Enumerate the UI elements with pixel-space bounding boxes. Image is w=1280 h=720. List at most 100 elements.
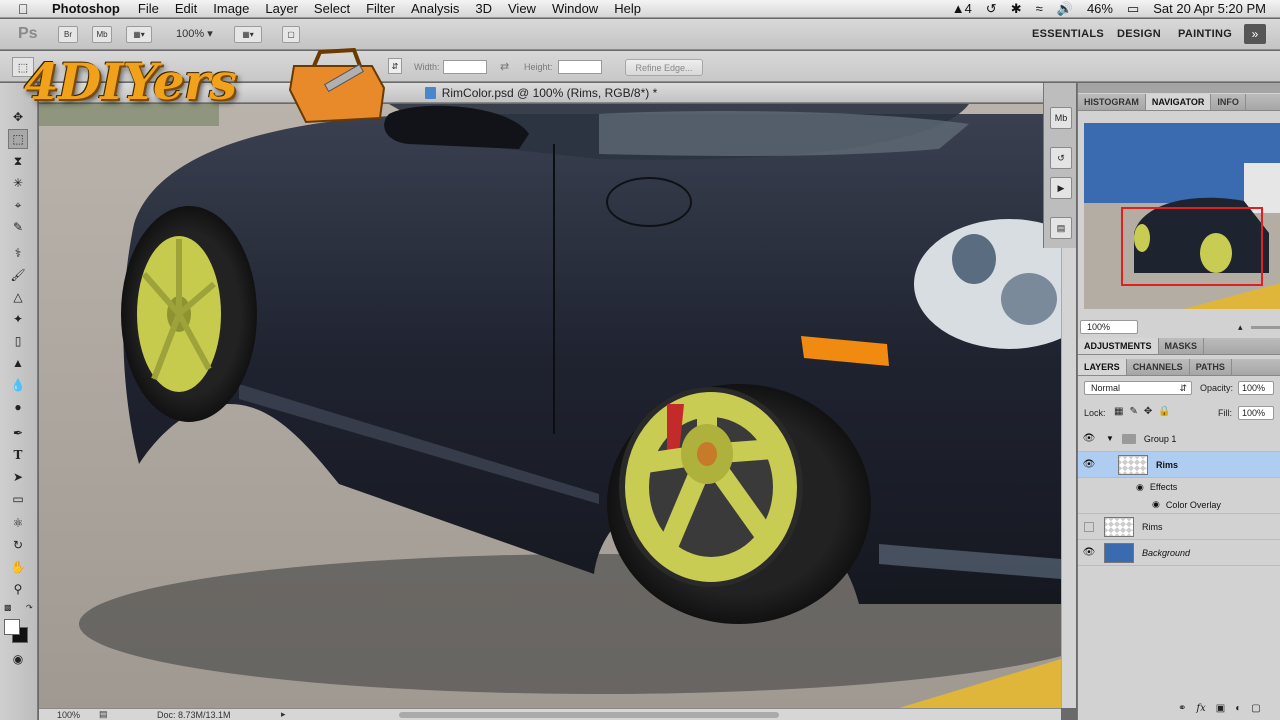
chevron-down-icon[interactable]: ▼: [1106, 434, 1114, 443]
eye-icon[interactable]: 👁: [1078, 459, 1100, 470]
tab-histogram[interactable]: HISTOGRAM: [1078, 94, 1146, 110]
workspace-design[interactable]: DESIGN: [1117, 28, 1161, 40]
eyedropper-tool-icon[interactable]: ✎: [8, 217, 28, 237]
status-menu-icon[interactable]: ▤: [99, 709, 108, 720]
menu-analysis[interactable]: Analysis: [411, 1, 459, 16]
actions-panel-icon[interactable]: ▶: [1050, 177, 1072, 199]
document-canvas[interactable]: [39, 104, 1061, 708]
history-panel-icon[interactable]: ↺: [1050, 147, 1072, 169]
menu-image[interactable]: Image: [213, 1, 249, 16]
more-workspaces-button[interactable]: »: [1244, 24, 1266, 44]
menu-3d[interactable]: 3D: [475, 1, 492, 16]
tab-navigator[interactable]: NAVIGATOR: [1145, 94, 1212, 110]
navigator-zoom-slider[interactable]: [1250, 325, 1280, 329]
time-machine-icon[interactable]: ↺: [986, 1, 997, 17]
shape-tool-icon[interactable]: ▭: [8, 489, 28, 509]
pen-tool-icon[interactable]: ✒: [8, 423, 28, 443]
new-layer-icon[interactable]: ▢: [1251, 703, 1260, 714]
zoom-out-icon[interactable]: ▴: [1238, 322, 1243, 333]
clock[interactable]: Sat 20 Apr 5:20 PM: [1153, 1, 1266, 16]
effects-eye-icon[interactable]: ◉: [1136, 482, 1144, 493]
bridge-button[interactable]: Br: [58, 26, 78, 43]
battery-icon[interactable]: ▭: [1127, 1, 1139, 17]
tab-paths[interactable]: PATHS: [1190, 359, 1232, 375]
apple-icon[interactable]: : [18, 1, 36, 17]
opacity-input[interactable]: 100%: [1238, 381, 1274, 395]
navigator-thumbnail[interactable]: [1084, 123, 1280, 309]
layer-style-icon[interactable]: fx: [1196, 703, 1205, 714]
menu-help[interactable]: Help: [614, 1, 641, 16]
paint-bucket-tool-icon[interactable]: ▲: [8, 353, 28, 373]
fill-input[interactable]: 100%: [1238, 406, 1274, 420]
adobe-status-icon[interactable]: ▲4: [952, 1, 972, 16]
menu-view[interactable]: View: [508, 1, 536, 16]
tab-info[interactable]: INFO: [1211, 94, 1246, 110]
swap-colors-icon[interactable]: ↷: [26, 603, 33, 612]
mini-bridge-button[interactable]: Mb: [92, 26, 112, 43]
color-overlay-eye-icon[interactable]: ◉: [1152, 499, 1160, 510]
menu-edit[interactable]: Edit: [175, 1, 197, 16]
mini-bridge-panel-icon[interactable]: Mb: [1050, 107, 1072, 129]
menu-window[interactable]: Window: [552, 1, 598, 16]
canvas-horizontal-scrollbar[interactable]: [399, 712, 779, 718]
hand-tool-icon[interactable]: ✋: [8, 557, 28, 577]
clone-stamp-tool-icon[interactable]: △: [8, 287, 28, 307]
menu-select[interactable]: Select: [314, 1, 350, 16]
default-colors-icon[interactable]: ▩: [4, 603, 12, 612]
quick-mask-icon[interactable]: ◉: [8, 649, 28, 669]
history-brush-tool-icon[interactable]: ✦: [8, 309, 28, 329]
status-arrow-icon[interactable]: ▸: [281, 709, 286, 720]
layer-row-rims-selected[interactable]: 👁 Rims: [1078, 452, 1280, 478]
layer-row-rims-hidden[interactable]: Rims: [1078, 514, 1280, 540]
menu-filter[interactable]: Filter: [366, 1, 395, 16]
eye-icon[interactable]: 👁: [1078, 547, 1100, 558]
marquee-tool-icon[interactable]: ⬚: [8, 129, 28, 149]
blend-mode-select[interactable]: Normal ⇵: [1084, 381, 1192, 395]
clone-source-panel-icon[interactable]: ▤: [1050, 217, 1072, 239]
workspace-painting[interactable]: PAINTING: [1178, 28, 1232, 40]
hidden-eye-box[interactable]: [1078, 521, 1100, 532]
height-input[interactable]: [558, 60, 602, 74]
healing-brush-tool-icon[interactable]: ⚕: [8, 243, 28, 263]
layer-color-overlay-row[interactable]: ◉ Color Overlay: [1078, 496, 1280, 514]
swap-icon[interactable]: ⇄: [500, 60, 509, 73]
lasso-tool-icon[interactable]: ⧗: [8, 151, 28, 171]
zoom-level-select[interactable]: 100% ▾: [176, 27, 213, 40]
eraser-tool-icon[interactable]: ▯: [8, 331, 28, 351]
link-layers-icon[interactable]: ⚭: [1178, 703, 1186, 714]
tab-adjustments[interactable]: ADJUSTMENTS: [1078, 338, 1159, 354]
path-selection-tool-icon[interactable]: ➤: [8, 467, 28, 487]
menu-file[interactable]: File: [138, 1, 159, 16]
crop-tool-icon[interactable]: ⌖: [8, 195, 28, 215]
tab-channels[interactable]: CHANNELS: [1127, 359, 1190, 375]
tab-masks[interactable]: MASKS: [1159, 338, 1205, 354]
wifi-icon[interactable]: ≈: [1036, 1, 1043, 16]
tab-layers[interactable]: LAYERS: [1078, 359, 1127, 375]
3d-rotate-tool-icon[interactable]: ⚛: [8, 513, 28, 533]
menu-app-photoshop[interactable]: Photoshop: [52, 1, 120, 16]
workspace-essentials[interactable]: ESSENTIALS: [1032, 28, 1104, 40]
quick-selection-tool-icon[interactable]: ✳: [8, 173, 28, 193]
menu-layer[interactable]: Layer: [265, 1, 298, 16]
layer-row-background[interactable]: 👁 Background: [1078, 540, 1280, 566]
eye-icon[interactable]: 👁: [1078, 433, 1100, 444]
arrange-documents-button[interactable]: ▦▾: [234, 26, 262, 43]
width-input[interactable]: [443, 60, 487, 74]
layer-mask-icon[interactable]: ▣: [1216, 703, 1225, 714]
view-extras-button[interactable]: ▦▾: [126, 26, 152, 43]
lock-icons[interactable]: ▦✎✥🔒: [1114, 406, 1177, 417]
dodge-tool-icon[interactable]: ●: [8, 397, 28, 417]
bluetooth-icon[interactable]: ✱: [1011, 1, 1022, 17]
layer-effects-row[interactable]: ◉ Effects: [1078, 478, 1280, 496]
zoom-tool-icon[interactable]: ⚲: [8, 579, 28, 599]
panel-collapse-bar[interactable]: [1078, 83, 1280, 93]
navigator-zoom-input[interactable]: 100%: [1080, 320, 1138, 334]
brush-tool-icon[interactable]: 🖌: [8, 265, 28, 285]
refine-edge-button[interactable]: Refine Edge...: [625, 59, 703, 76]
type-tool-icon[interactable]: T: [8, 445, 28, 465]
status-zoom[interactable]: 100%: [57, 710, 80, 720]
screen-mode-button[interactable]: ▢: [282, 26, 300, 43]
layer-row-group-1[interactable]: 👁 ▼ Group 1: [1078, 426, 1280, 452]
foreground-color-swatch[interactable]: [4, 619, 20, 635]
adjustment-layer-icon[interactable]: ◐: [1235, 703, 1241, 714]
